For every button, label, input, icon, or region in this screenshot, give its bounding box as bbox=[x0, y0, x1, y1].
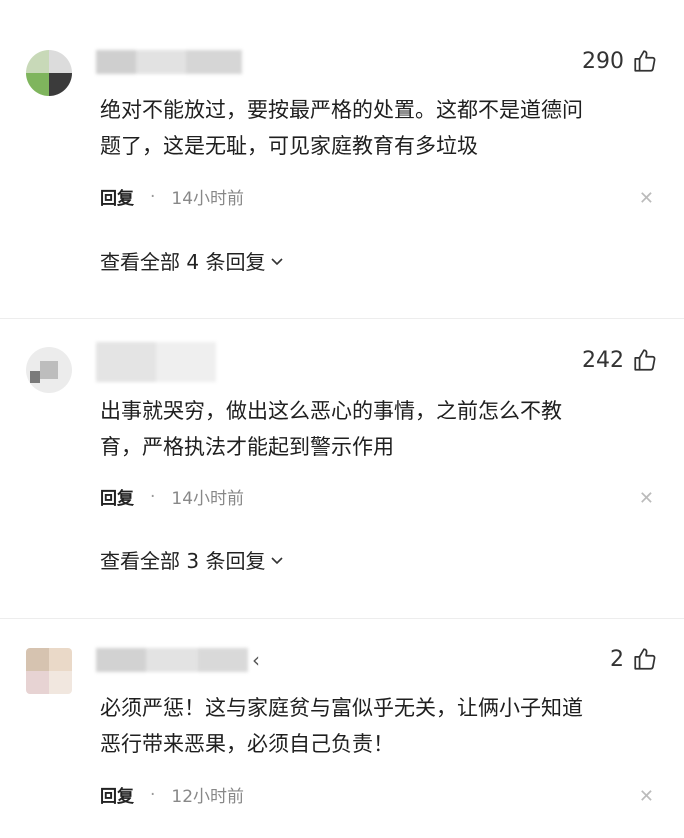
separator-dot: · bbox=[150, 186, 156, 207]
like-control[interactable]: 2 bbox=[610, 646, 658, 672]
comment-text-line: 绝对不能放过，要按最严格的处置。这都不是道德问 bbox=[100, 98, 583, 122]
thumbs-up-icon[interactable] bbox=[632, 48, 658, 74]
chevron-down-icon bbox=[271, 257, 284, 265]
comment-meta: 回复 · 14小时前 bbox=[100, 184, 245, 210]
comment-text-line: 必须严惩！这与家庭贫与富似乎无关，让俩小子知道 bbox=[100, 696, 583, 720]
comment-text: 必须严惩！这与家庭贫与富似乎无关，让俩小子知道 恶行带来恶果，必须自己负责！ bbox=[100, 690, 660, 762]
divider bbox=[0, 618, 684, 619]
close-icon[interactable]: ✕ bbox=[639, 786, 654, 807]
like-count: 290 bbox=[582, 48, 624, 74]
comment-text-line: 恶行带来恶果，必须自己负责！ bbox=[100, 732, 394, 756]
chevron-down-icon bbox=[271, 556, 284, 564]
view-all-replies-label: 查看全部 4 条回复 bbox=[100, 250, 266, 274]
separator-dot: · bbox=[150, 486, 156, 507]
separator-dot: · bbox=[150, 784, 156, 805]
comment-meta: 回复 · 12小时前 bbox=[100, 782, 245, 808]
username-blurred[interactable] bbox=[96, 50, 242, 74]
timestamp: 14小时前 bbox=[171, 189, 245, 209]
comment-text-line: 出事就哭穷，做出这么恶心的事情，之前怎么不教 bbox=[100, 399, 562, 423]
view-all-replies-label: 查看全部 3 条回复 bbox=[100, 549, 266, 573]
view-all-replies-button[interactable]: 查看全部 4 条回复 bbox=[100, 246, 285, 275]
avatar[interactable] bbox=[26, 347, 72, 393]
thumbs-up-icon[interactable] bbox=[632, 347, 658, 373]
reply-button[interactable]: 回复 bbox=[100, 484, 134, 509]
reply-button[interactable]: 回复 bbox=[100, 782, 134, 807]
comment-text-line: 题了，这是无耻，可见家庭教育有多垃圾 bbox=[100, 134, 478, 158]
comment-text: 出事就哭穷，做出这么恶心的事情，之前怎么不教 育，严格执法才能起到警示作用 bbox=[100, 393, 660, 465]
thumbs-up-icon[interactable] bbox=[632, 646, 658, 672]
avatar[interactable] bbox=[26, 648, 72, 694]
comment-text-line: 育，严格执法才能起到警示作用 bbox=[100, 435, 394, 459]
divider bbox=[0, 318, 684, 319]
like-count: 242 bbox=[582, 347, 624, 373]
like-count: 2 bbox=[610, 646, 624, 672]
reply-button[interactable]: 回复 bbox=[100, 184, 134, 209]
comment-text: 绝对不能放过，要按最严格的处置。这都不是道德问 题了，这是无耻，可见家庭教育有多… bbox=[100, 92, 660, 164]
username-blurred[interactable] bbox=[96, 342, 216, 382]
comment-meta: 回复 · 14小时前 bbox=[100, 484, 245, 510]
close-icon[interactable]: ✕ bbox=[639, 188, 654, 209]
username-suffix: ‹ bbox=[252, 648, 260, 672]
like-control[interactable]: 290 bbox=[582, 48, 658, 74]
close-icon[interactable]: ✕ bbox=[639, 488, 654, 509]
username-blurred[interactable] bbox=[96, 648, 248, 672]
timestamp: 14小时前 bbox=[171, 489, 245, 509]
avatar[interactable] bbox=[26, 50, 72, 96]
timestamp: 12小时前 bbox=[171, 787, 245, 807]
like-control[interactable]: 242 bbox=[582, 347, 658, 373]
view-all-replies-button[interactable]: 查看全部 3 条回复 bbox=[100, 545, 285, 574]
